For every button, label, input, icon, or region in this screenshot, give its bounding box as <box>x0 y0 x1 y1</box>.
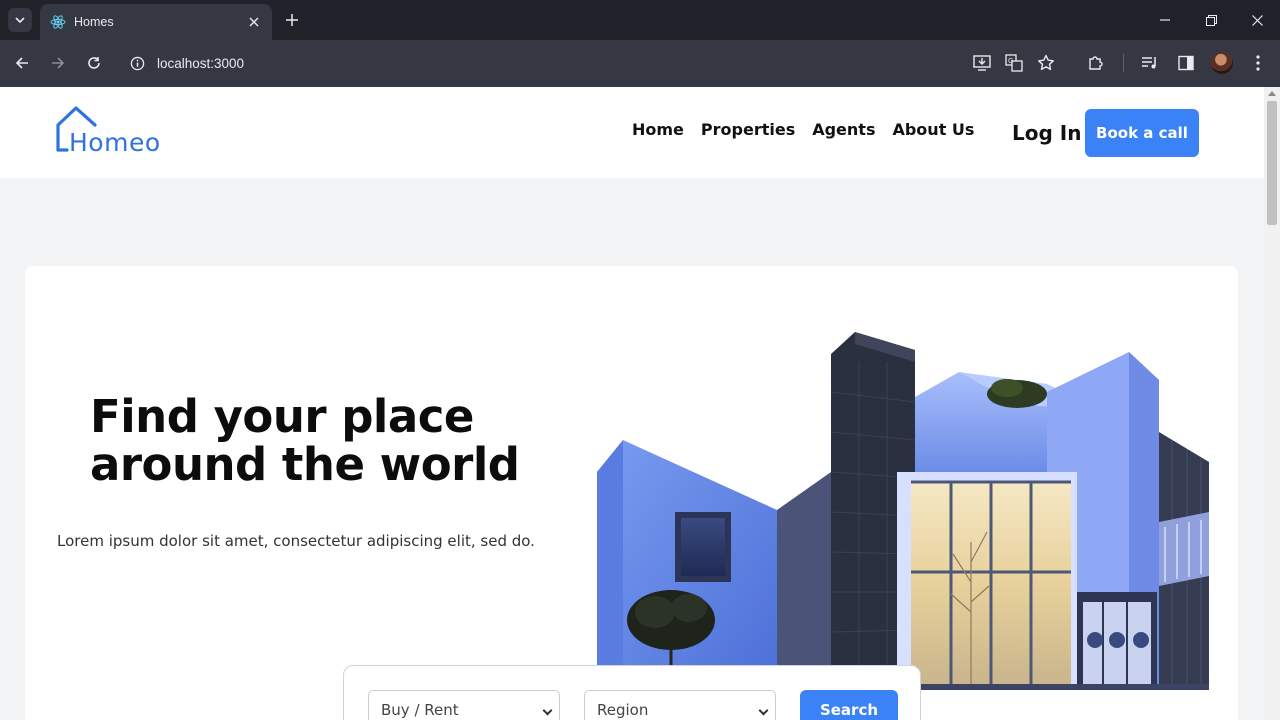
page-scrollbar[interactable] <box>1264 87 1280 720</box>
url-text: localhost:3000 <box>157 55 245 71</box>
tab-title: Homes <box>74 15 114 29</box>
new-tab-button[interactable] <box>282 10 302 30</box>
search-button[interactable]: Search <box>800 690 898 720</box>
reload-icon <box>88 57 100 69</box>
restore-button[interactable] <box>1201 10 1221 30</box>
chevron-down-icon <box>758 705 769 716</box>
nav-agents[interactable]: Agents <box>812 120 875 139</box>
close-icon <box>249 17 259 27</box>
region-select-value: Region <box>597 701 649 719</box>
install-app-button[interactable] <box>971 52 993 74</box>
extensions-button[interactable] <box>1085 52 1107 74</box>
hero-title-line-2: around the world <box>90 438 520 491</box>
svg-text:G: G <box>1008 57 1013 65</box>
scrollbar-thumb[interactable] <box>1267 101 1277 225</box>
profile-avatar[interactable] <box>1211 52 1233 74</box>
logo-text: Homeo <box>69 128 161 157</box>
more-vertical-icon <box>1256 55 1260 71</box>
side-panel-button[interactable] <box>1175 52 1197 74</box>
minimize-button[interactable] <box>1155 10 1175 30</box>
plus-icon <box>286 14 298 26</box>
login-link[interactable]: Log In <box>1012 121 1081 145</box>
arrow-right-icon <box>52 57 65 69</box>
toolbar-separator <box>1123 54 1124 72</box>
address-bar[interactable]: localhost:3000 <box>120 47 1010 79</box>
browser-menu-button[interactable] <box>1247 52 1269 74</box>
back-button[interactable] <box>11 52 33 74</box>
tab-close-button[interactable] <box>246 14 262 30</box>
translate-icon: G <box>1005 54 1023 72</box>
hero-title: Find your place around the world <box>90 393 550 489</box>
hero-card: Find your place around the world Lorem i… <box>25 266 1238 720</box>
nav-home[interactable]: Home <box>632 120 684 139</box>
music-queue-icon <box>1142 57 1156 69</box>
property-search-box: Buy / Rent Region Search <box>343 665 921 720</box>
region-select[interactable]: Region <box>584 690 776 720</box>
restore-icon <box>1205 14 1217 26</box>
arrow-left-icon <box>15 57 28 69</box>
translate-button[interactable]: G <box>1003 52 1025 74</box>
scroll-up-arrow-icon[interactable] <box>1268 91 1276 96</box>
react-favicon-icon <box>50 15 66 29</box>
page-viewport: Homeo Home Properties Agents About Us Lo… <box>0 87 1264 720</box>
puzzle-icon <box>1089 56 1103 70</box>
buy-rent-select[interactable]: Buy / Rent <box>368 690 560 720</box>
chevron-down-icon <box>15 17 25 23</box>
site-header: Homeo Home Properties Agents About Us Lo… <box>0 87 1264 178</box>
nav-about-us[interactable]: About Us <box>892 120 974 139</box>
browser-tab[interactable]: Homes <box>40 4 272 40</box>
forward-button[interactable] <box>47 52 69 74</box>
hero-house-image <box>597 332 1209 690</box>
bookmark-button[interactable] <box>1035 52 1057 74</box>
hero-title-line-1: Find your place <box>90 390 474 443</box>
browser-toolbar: localhost:3000 G <box>0 40 1280 87</box>
side-panel-icon <box>1178 55 1194 71</box>
main-nav: Home Properties Agents About Us <box>632 120 974 139</box>
install-icon <box>973 55 991 71</box>
close-icon <box>1251 14 1263 26</box>
reload-button[interactable] <box>83 52 105 74</box>
star-icon <box>1038 54 1054 71</box>
nav-properties[interactable]: Properties <box>701 120 795 139</box>
close-window-button[interactable] <box>1247 10 1267 30</box>
tab-search-dropdown-button[interactable] <box>8 8 32 32</box>
site-logo[interactable]: Homeo <box>55 106 175 157</box>
chevron-down-icon <box>542 705 553 716</box>
browser-tabbar: Homes <box>0 0 1280 40</box>
minimize-icon <box>1160 19 1170 21</box>
info-icon[interactable] <box>130 56 145 71</box>
book-a-call-button[interactable]: Book a call <box>1085 109 1199 157</box>
buy-rent-select-value: Buy / Rent <box>381 701 459 719</box>
media-controls-button[interactable] <box>1139 52 1161 74</box>
hero-subtitle: Lorem ipsum dolor sit amet, consectetur … <box>57 532 535 550</box>
